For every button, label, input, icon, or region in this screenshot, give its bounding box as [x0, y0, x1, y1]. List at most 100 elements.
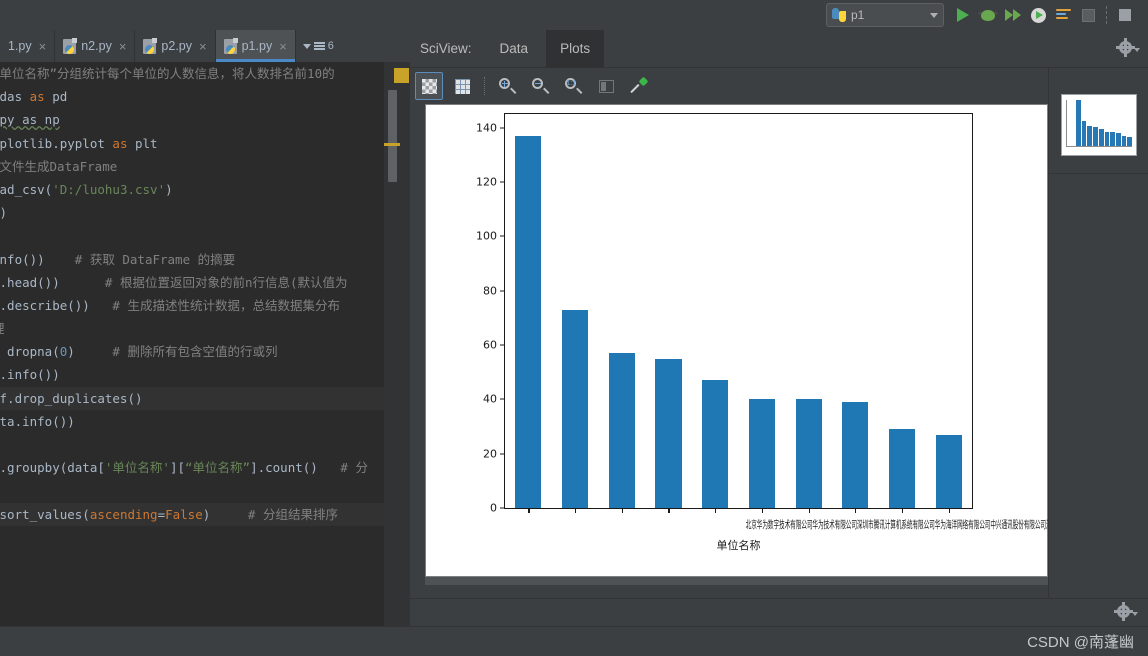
grid-button[interactable] [448, 72, 476, 100]
run-button[interactable] [952, 4, 974, 26]
close-icon[interactable]: × [199, 39, 207, 54]
chart-bar-cell [785, 114, 832, 508]
plot-thumbnail-strip [1048, 68, 1148, 598]
tab-overflow-button[interactable]: 6 [296, 30, 341, 62]
sciview-toolbar: 1:1 640x480 PNG (24-bit color) 18.58 KB [410, 68, 1148, 104]
thumbnail-divider [1049, 173, 1148, 174]
code-line: “单位名称”分组统计每个单位的人数信息，将人数排名前10的 [0, 66, 335, 81]
thumbnail-bar [1076, 100, 1081, 146]
chart-x-tick [901, 508, 904, 513]
editor-marker-warning [394, 68, 409, 83]
ide-window: p1 1.py × n2.py × p2.py × p1.py × 6 “单位名… [0, 0, 1148, 656]
chart-x-tick-labels: 北京华为数字技术有限公司华为技术有限公司深圳市腾讯计算机系统有限公司华为海洋网络… [745, 519, 1148, 531]
editor-tab-label: n2.py [81, 39, 112, 53]
code-line: ead_csv('D:/luohu3.csv') [0, 181, 173, 197]
close-icon[interactable]: × [119, 39, 127, 54]
chart-bar [655, 358, 682, 508]
chart-y-tick-label: 0 [490, 502, 505, 515]
stop-button[interactable] [1077, 4, 1099, 26]
gear-icon [1116, 38, 1135, 57]
editor-tab-p2[interactable]: p2.py × [135, 30, 216, 62]
python-file-icon [143, 37, 158, 54]
top-toolbar: p1 [0, 0, 1148, 30]
fit-to-window-button[interactable] [592, 72, 620, 100]
transparency-icon [421, 78, 437, 94]
editor-tab-label: p2.py [161, 39, 193, 53]
fit-to-window-icon [598, 79, 614, 93]
chart-x-tick [715, 508, 717, 513]
chart-bar [842, 402, 869, 508]
transparency-button[interactable] [415, 72, 443, 100]
grid-icon [454, 78, 470, 94]
editor-marker-line [384, 143, 400, 146]
chart-bar [888, 429, 916, 508]
chart-bar-cell [739, 114, 786, 508]
editor-tab-p1[interactable]: p1.py × [215, 30, 296, 62]
chart-bar-cell [692, 114, 739, 508]
gear-icon [1114, 602, 1133, 621]
close-icon[interactable]: × [39, 39, 47, 54]
plot-viewport: 0 20 40 60 80 100 120 140 北京华为数字技术有限公司华为技术有限公司深… [417, 104, 1148, 598]
chart-bar-cell [879, 114, 926, 508]
profile-button[interactable] [1027, 4, 1049, 26]
zoom-in-icon [499, 78, 517, 94]
editor-tab-label: 1.py [8, 39, 32, 53]
chart-x-tick [761, 508, 764, 513]
color-picker-button[interactable] [625, 72, 653, 100]
editor-tab-n2[interactable]: n2.py × [55, 30, 136, 62]
code-line: 理 [0, 317, 410, 340]
debug-button[interactable] [977, 4, 999, 26]
plot-thumbnail[interactable] [1061, 94, 1137, 156]
chart-y-tick-label: 80 [483, 284, 505, 297]
thumbnail-bar [1104, 132, 1110, 146]
tab-overflow-count: 6 [327, 40, 334, 52]
run-coverage-button[interactable] [1002, 4, 1024, 26]
chart-bar [935, 434, 962, 508]
editor-tab-label: p1.py [241, 39, 273, 53]
zoom-actual-size-button[interactable]: 1:1 [559, 72, 587, 100]
zoom-out-button[interactable] [526, 72, 554, 100]
code-line: . dropna(0) # 删除所有包含空值的行或列 [7, 344, 278, 360]
chart-bar-cell [925, 114, 972, 508]
code-editor[interactable]: “单位名称”分组统计每个单位的人数信息，将人数排名前10的 ndas as pd… [0, 62, 410, 626]
chart-y-tick-label: 60 [483, 338, 505, 351]
plot-image[interactable]: 0 20 40 60 80 100 120 140 北京华为数字技术有限公司华为技术有限公司深… [425, 104, 1148, 577]
zoom-out-icon [532, 78, 550, 94]
code-line: ) [0, 479, 410, 502]
run-configuration-label: p1 [851, 8, 865, 22]
code-line: ndas as pd [0, 89, 68, 105]
chart-bar-cell [505, 114, 552, 508]
code-line: f) [0, 205, 8, 221]
sciview-settings-button[interactable] [1116, 38, 1140, 59]
chart-bar [795, 399, 822, 508]
chart-x-tick [948, 508, 950, 513]
list-icon [313, 42, 325, 50]
zoom-in-button[interactable] [493, 72, 521, 100]
plot-horizontal-scrollbar[interactable] [425, 577, 1048, 585]
sciview-footer [410, 598, 1148, 626]
close-icon[interactable]: × [279, 39, 287, 54]
chart-x-tick [621, 508, 623, 513]
chart-y-tick-label: 120 [476, 175, 505, 188]
sciview-header: SciView: Data Plots [410, 29, 1148, 68]
color-picker-icon [630, 76, 649, 94]
zoom-actual-size-icon: 1:1 [565, 78, 583, 94]
run-configuration-selector[interactable]: p1 [826, 3, 944, 27]
run-with-console-button[interactable] [1052, 4, 1074, 26]
chevron-down-icon[interactable] [930, 12, 938, 18]
chart-bar [702, 380, 729, 508]
minimize-icon[interactable] [1114, 4, 1136, 26]
sciview-footer-settings-button[interactable] [1114, 602, 1138, 623]
editor-tab-1[interactable]: 1.py × [0, 30, 56, 62]
code-line: V文件生成DataFrame [0, 158, 118, 174]
tab-plots[interactable]: Plots [546, 29, 605, 68]
python-logo-icon [832, 8, 846, 22]
thumbnail-bar [1098, 129, 1104, 146]
thumbnail-bar [1127, 136, 1133, 146]
editor-scrollbar[interactable] [388, 90, 397, 182]
chart-bar-cell [598, 114, 645, 508]
tab-data[interactable]: Data [486, 30, 543, 68]
code-line: tplotlib.pyplot as plt [0, 135, 158, 151]
run-toolbar-icons [952, 4, 1136, 26]
